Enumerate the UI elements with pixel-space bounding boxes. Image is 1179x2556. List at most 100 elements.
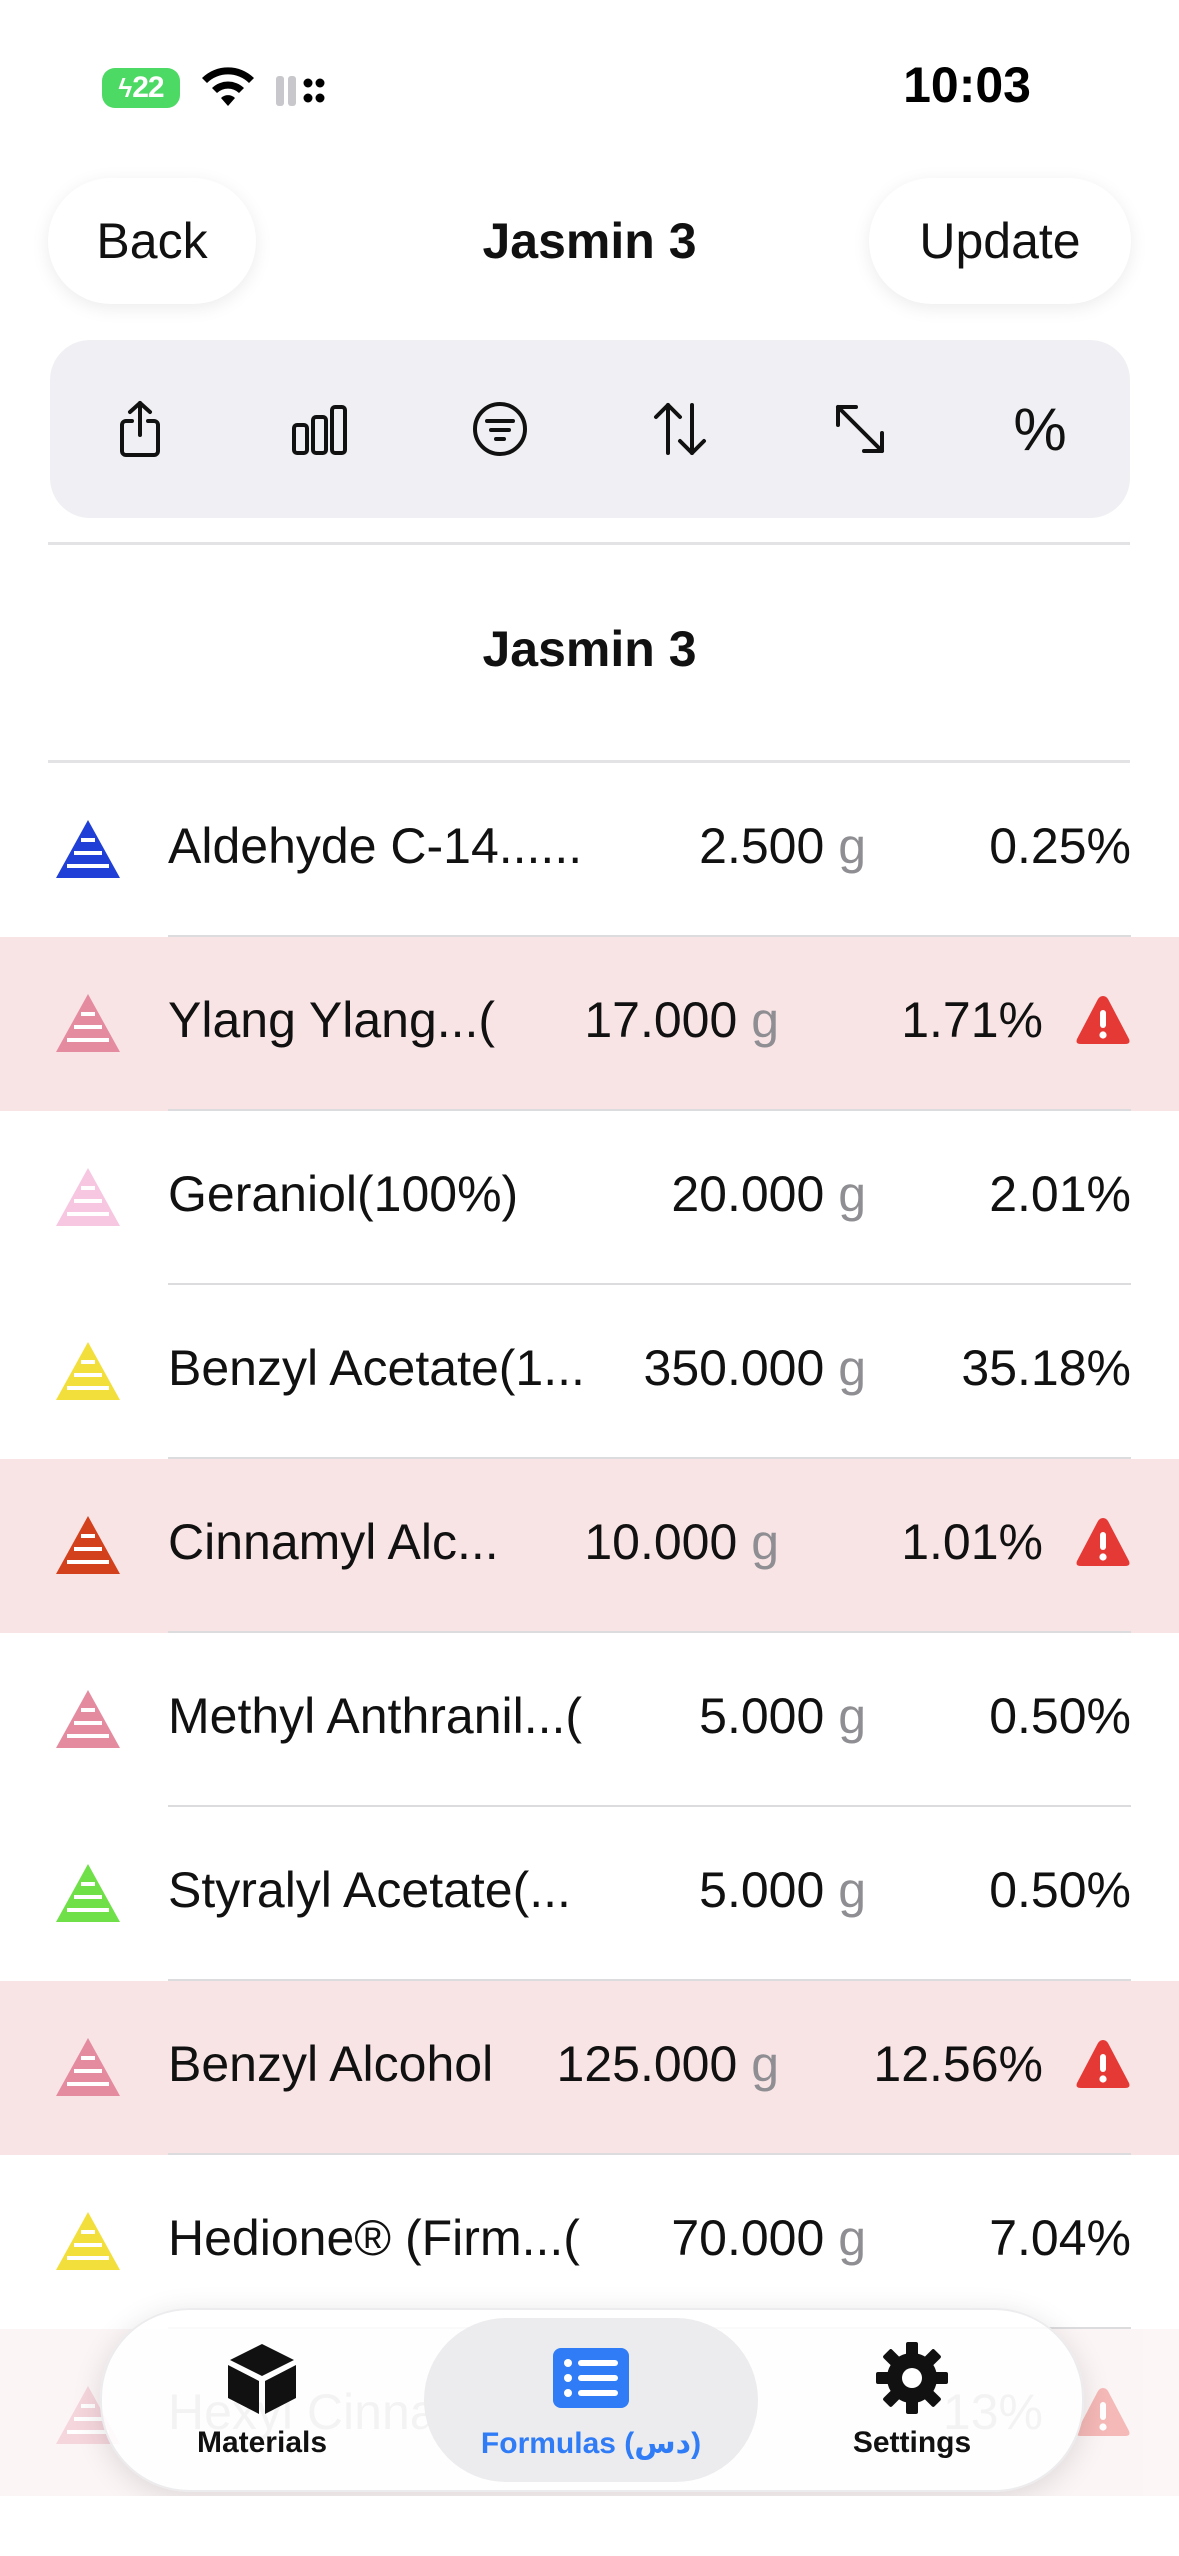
share-button[interactable] — [50, 340, 230, 518]
tab-label: Settings — [852, 2426, 972, 2459]
note-pyramid-icon — [56, 1864, 120, 1922]
cube-icon — [228, 2344, 296, 2414]
ingredient-amount: 5.000 g — [699, 1687, 866, 1745]
tab-materials[interactable]: Materials — [142, 2318, 382, 2482]
amount-unit: g — [838, 1166, 866, 1222]
ingredient-row[interactable]: Benzyl Acetate(1... 350.000 g 35.18% — [0, 1285, 1179, 1459]
tab-bar: Materials Formulas (دس) Settings — [100, 2308, 1084, 2492]
ingredient-row[interactable]: Styralyl Acetate(... 5.000 g 0.50% — [0, 1807, 1179, 1981]
gear-icon — [876, 2342, 948, 2414]
ingredient-percent: 7.04% — [989, 2210, 1131, 2266]
ingredient-row[interactable]: Cinnamyl Alc... 10.000 g 1.01% — [0, 1459, 1179, 1633]
amount-value: 17.000 — [584, 992, 738, 1048]
ingredient-row[interactable]: Benzyl Alcohol 125.000 g 12.56% — [0, 1981, 1179, 2155]
ingredient-amount: 10.000 g — [584, 1513, 779, 1571]
ingredient-percent: 1.71% — [901, 992, 1043, 1048]
share-icon — [120, 401, 160, 457]
update-button[interactable]: Update — [869, 178, 1131, 304]
expand-arrows-icon — [836, 405, 884, 453]
warning-icon[interactable] — [1075, 2037, 1131, 2091]
chart-button[interactable] — [230, 340, 410, 518]
divider — [48, 542, 1130, 545]
ingredient-name: Methyl Anthranil...( — [168, 1688, 583, 1744]
tab-formulas[interactable]: Formulas (دس) — [424, 2318, 758, 2482]
ingredient-name: Cinnamyl Alc... — [168, 1514, 499, 1570]
ingredient-list: Aldehyde C-14...... 2.500 g 0.25% Ylang Yla… — [0, 763, 1179, 2503]
amount-unit: g — [838, 1862, 866, 1918]
formula-toolbar: % — [50, 340, 1130, 518]
amount-unit: g — [751, 2036, 779, 2092]
status-time: 10:03 — [903, 57, 1031, 113]
note-pyramid-icon — [56, 2038, 120, 2096]
ingredient-row[interactable]: Ylang Ylang...( 17.000 g 1.71% — [0, 937, 1179, 1111]
note-pyramid-icon — [56, 1690, 120, 1748]
amount-value: 5.000 — [699, 1862, 825, 1918]
home-indicator-area — [0, 2496, 1179, 2556]
sort-arrows-icon — [654, 403, 706, 455]
filter-button[interactable] — [410, 340, 590, 518]
amount-unit: g — [838, 818, 866, 874]
ingredient-amount: 5.000 g — [699, 1861, 866, 1919]
note-pyramid-icon — [56, 820, 120, 878]
ingredient-amount: 20.000 g — [671, 1165, 866, 1223]
warning-icon[interactable] — [1075, 1515, 1131, 1569]
list-icon — [553, 2347, 629, 2408]
note-pyramid-icon — [56, 1516, 120, 1574]
ingredient-name: Benzyl Acetate(1... — [168, 1340, 585, 1396]
ingredient-name: Hedione® (Firm...( — [168, 2210, 580, 2266]
tab-label: Formulas (دس) — [480, 2426, 702, 2460]
amount-value: 5.000 — [699, 1688, 825, 1744]
ingredient-percent: 12.56% — [873, 2036, 1043, 2092]
scale-button[interactable] — [770, 340, 950, 518]
ingredient-percent: 1.01% — [901, 1514, 1043, 1570]
amount-unit: g — [751, 992, 779, 1048]
bar-chart-icon — [292, 405, 347, 455]
amount-value: 10.000 — [584, 1514, 738, 1570]
warning-icon[interactable] — [1075, 993, 1131, 1047]
amount-unit: g — [838, 1688, 866, 1744]
ingredient-name: Aldehyde C-14...... — [168, 818, 583, 874]
ingredient-row[interactable]: Geraniol(100%) 20.000 g 2.01% — [0, 1111, 1179, 1285]
formula-heading: Jasmin 3 — [482, 621, 697, 677]
sort-button[interactable] — [590, 340, 770, 518]
tab-label: Materials — [196, 2426, 328, 2459]
note-pyramid-icon — [56, 994, 120, 1052]
ingredient-name: Geraniol(100%) — [168, 1166, 519, 1222]
wifi-icon — [202, 67, 254, 106]
amount-unit: g — [838, 1340, 866, 1396]
ingredient-amount: 125.000 g — [557, 2035, 779, 2093]
ingredient-percent: 0.50% — [989, 1688, 1131, 1744]
amount-value: 2.500 — [699, 818, 825, 874]
filter-icon — [473, 402, 527, 456]
ingredient-percent: 2.01% — [989, 1166, 1131, 1222]
amount-value: 20.000 — [671, 1166, 825, 1222]
status-bar: ϟ 22 10:03 — [0, 0, 1179, 170]
tab-settings[interactable]: Settings — [792, 2318, 1032, 2482]
ingredient-percent: 0.50% — [989, 1862, 1131, 1918]
cellular-signal-icon — [276, 76, 325, 106]
percent-label: % — [1013, 395, 1067, 463]
ingredient-amount: 70.000 g — [671, 2209, 866, 2267]
ingredient-name: Styralyl Acetate(... — [168, 1862, 571, 1918]
amount-unit: g — [751, 1514, 779, 1570]
amount-value: 350.000 — [643, 1340, 825, 1396]
ingredient-row[interactable]: Hedione® (Firm...( 70.000 g 7.04% — [0, 2155, 1179, 2329]
note-pyramid-icon — [56, 1168, 120, 1226]
percent-button[interactable]: % — [950, 340, 1130, 518]
battery-indicator: ϟ 22 — [102, 68, 180, 108]
ingredient-amount: 17.000 g — [584, 991, 779, 1049]
ingredient-amount: 2.500 g — [699, 817, 866, 875]
battery-bolt-icon: ϟ — [118, 72, 132, 103]
ingredient-name: Benzyl Alcohol — [168, 2036, 494, 2092]
ingredient-percent: 0.25% — [989, 818, 1131, 874]
note-pyramid-icon — [56, 2212, 120, 2270]
ingredient-percent: 35.18% — [961, 1340, 1131, 1396]
ingredient-amount: 350.000 g — [644, 1339, 866, 1397]
amount-value: 125.000 — [556, 2036, 738, 2092]
amount-unit: g — [838, 2210, 866, 2266]
ingredient-row[interactable]: Methyl Anthranil...( 5.000 g 0.50% — [0, 1633, 1179, 1807]
ingredient-name: Ylang Ylang...( — [168, 992, 496, 1048]
amount-value: 70.000 — [671, 2210, 825, 2266]
ingredient-row[interactable]: Aldehyde C-14...... 2.500 g 0.25% — [0, 763, 1179, 937]
battery-level: 22 — [132, 71, 164, 104]
